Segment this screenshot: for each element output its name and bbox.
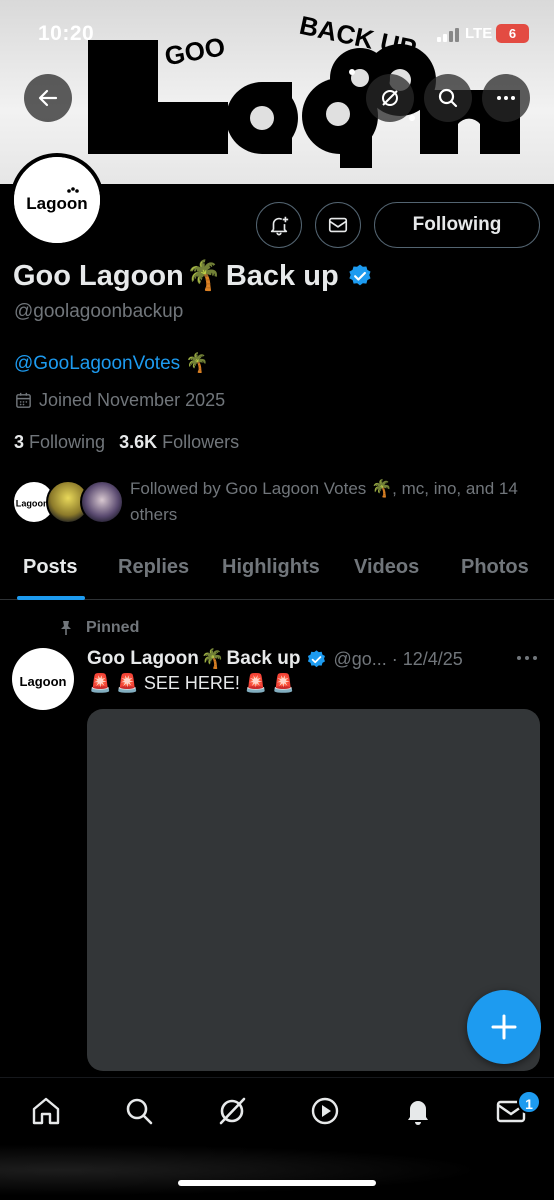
more-button[interactable]: [482, 74, 530, 122]
search-icon[interactable]: [122, 1094, 156, 1128]
followed-by-text: Followed by Goo Lagoon Votes 🌴, mc, ino,…: [130, 479, 518, 524]
search-icon: [438, 88, 458, 108]
post-header: Goo Lagoon 🌴 Back up @go... · 12/4/25: [87, 645, 537, 673]
compose-button[interactable]: [467, 990, 541, 1064]
status-bar: 10:20 LTE 6: [0, 0, 554, 60]
arrow-left-icon: [38, 89, 58, 107]
display-name-text: Goo Lagoon: [13, 259, 184, 292]
joined-date: Joined November 2025: [14, 390, 225, 411]
home-icon[interactable]: [29, 1094, 63, 1128]
profile-handle: @goolagoonbackup: [14, 301, 184, 322]
following-label: Following: [29, 432, 106, 452]
post-author-suffix[interactable]: Back up: [227, 648, 301, 670]
network-label: LTE: [465, 25, 493, 42]
bio-emoji: 🌴: [185, 353, 210, 374]
envelope-icon: [328, 217, 348, 233]
background-blur: [0, 1140, 554, 1200]
tab-videos[interactable]: Videos: [354, 556, 419, 579]
message-button[interactable]: [315, 202, 361, 248]
notify-button[interactable]: [256, 202, 302, 248]
display-name: Goo Lagoon 🌴 Back up: [13, 259, 373, 293]
pinned-label: Pinned: [58, 619, 139, 637]
more-icon: [497, 96, 515, 100]
bio-mention-link[interactable]: @GooLagoonVotes: [14, 353, 180, 374]
messages-badge: 1: [517, 1090, 541, 1114]
grok-icon: [382, 90, 398, 106]
active-tab-indicator: [17, 596, 85, 600]
bio: @GooLagoonVotes 🌴: [14, 351, 209, 375]
search-button[interactable]: [424, 74, 472, 122]
calendar-icon: [16, 392, 31, 408]
tab-replies[interactable]: Replies: [118, 556, 189, 579]
notifications-icon[interactable]: [401, 1094, 435, 1128]
signal-icon: [437, 28, 459, 42]
following-count: 3: [14, 432, 25, 452]
svg-text:Lagoon: Lagoon: [16, 499, 49, 509]
following-button[interactable]: Following: [374, 202, 540, 248]
grok-button[interactable]: [366, 74, 414, 122]
profile-avatar[interactable]: Lagoon: [10, 153, 104, 247]
joined-text: Joined November 2025: [39, 390, 226, 410]
home-indicator[interactable]: [178, 1180, 376, 1186]
tab-posts[interactable]: Posts: [23, 556, 77, 579]
display-name-suffix: Back up: [225, 259, 339, 292]
back-button[interactable]: [24, 74, 72, 122]
follow-stats: 3 Following 3.6K Followers: [14, 432, 239, 453]
followers-link[interactable]: 3.6K Followers: [119, 432, 239, 453]
post-author-avatar[interactable]: Lagoon: [12, 648, 74, 710]
tab-photos[interactable]: Photos: [461, 556, 529, 579]
svg-text:Lagoon: Lagoon: [20, 674, 67, 689]
battery-level: 6: [508, 26, 517, 41]
verified-badge-icon: [308, 649, 326, 667]
followed-by[interactable]: Lagoon Followed by Goo Lagoon Votes 🌴, m…: [12, 476, 542, 530]
post-text: 🚨 🚨 SEE HERE! 🚨 🚨: [89, 673, 295, 693]
followers-count: 3.6K: [119, 432, 158, 452]
bell-plus-icon: [270, 216, 289, 236]
follower-avatar: [80, 480, 124, 524]
post-date: · 12/4/25: [391, 648, 463, 669]
verified-badge-icon[interactable]: [347, 263, 373, 289]
followed-by-avatars: Lagoon: [12, 480, 124, 526]
video-icon[interactable]: [308, 1094, 342, 1128]
status-time: 10:20: [38, 22, 95, 45]
battery-icon: 6: [496, 24, 529, 43]
profile-tabs: Posts Replies Highlights Videos Photos: [0, 542, 554, 600]
post-author-name[interactable]: Goo Lagoon: [87, 648, 199, 670]
svg-text:Lagoon: Lagoon: [26, 194, 87, 213]
followers-label: Followers: [162, 432, 240, 452]
post-more-icon[interactable]: [514, 647, 540, 669]
pinned-text: Pinned: [86, 619, 140, 636]
grok-icon[interactable]: [215, 1094, 249, 1128]
avatar-logo: Lagoon: [14, 157, 100, 243]
plus-icon: [491, 1014, 517, 1040]
post-handle: @go...: [333, 648, 387, 669]
palm-emoji: 🌴: [200, 649, 225, 670]
tab-highlights[interactable]: Highlights: [222, 556, 320, 579]
pin-icon: [61, 621, 71, 635]
following-link[interactable]: 3 Following: [14, 432, 105, 453]
palm-emoji: 🌴: [185, 260, 222, 292]
